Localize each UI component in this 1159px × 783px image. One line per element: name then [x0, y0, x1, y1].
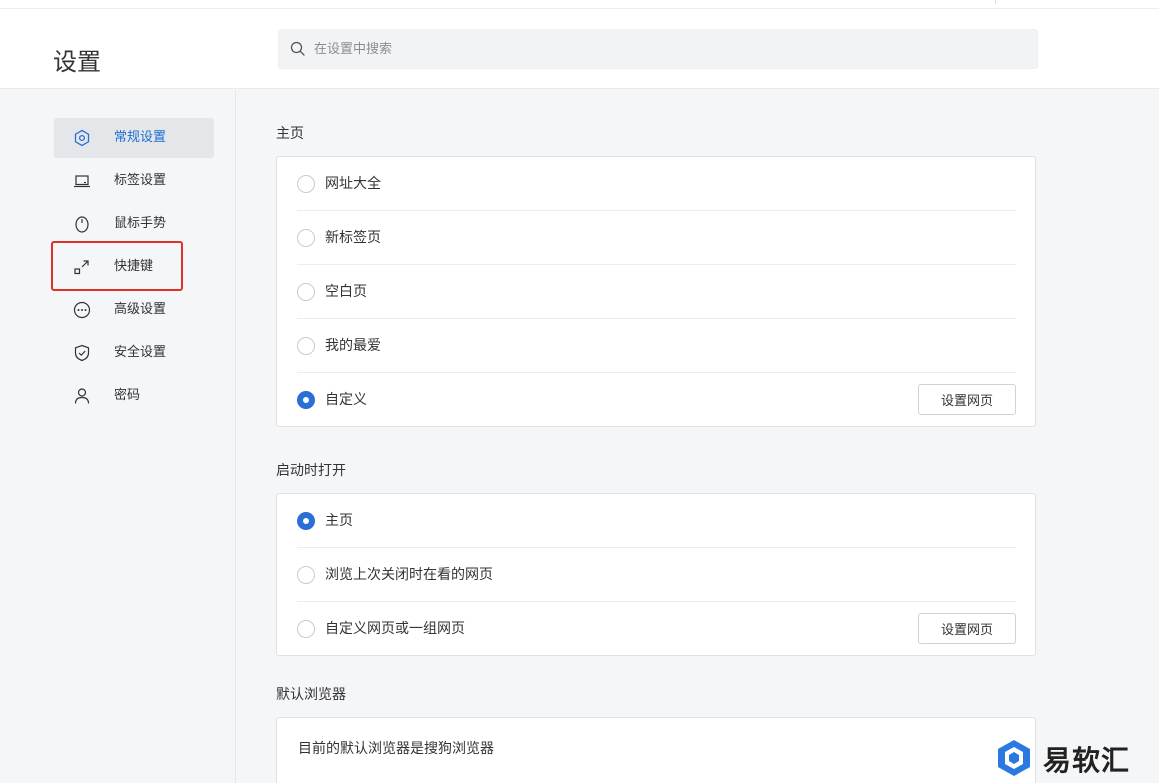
laptop-tab-icon [74, 175, 90, 188]
sidebar-item-general[interactable]: 常规设置 [54, 118, 214, 158]
sidebar-item-advanced[interactable]: 高级设置 [54, 290, 214, 330]
radio-label: 空白页 [325, 284, 367, 300]
homepage-radio-favorites[interactable] [297, 337, 315, 355]
radio-row[interactable]: 我的最爱 [297, 319, 1016, 373]
sidebar-item-mouse-gesture[interactable]: 鼠标手势 [54, 204, 214, 244]
default-browser-status: 目前的默认浏览器是搜狗浏览器 [298, 741, 494, 757]
user-icon [74, 388, 90, 404]
search-box[interactable] [278, 29, 1038, 69]
sidebar-item-tabs[interactable]: 标签设置 [54, 161, 214, 201]
sidebar-item-label: 标签设置 [114, 173, 167, 188]
highlight-annotation-box [51, 241, 183, 291]
page-title: 设置 [53, 48, 101, 76]
radio-label: 新标签页 [325, 230, 381, 246]
radio-row[interactable]: 浏览上次关闭时在看的网页 [297, 548, 1016, 602]
top-strip-tick [995, 0, 996, 4]
section-title-default-browser: 默认浏览器 [276, 687, 346, 703]
search-input[interactable] [314, 30, 1014, 68]
sidebar-item-label: 安全设置 [114, 345, 167, 360]
radio-row[interactable]: 空白页 [297, 265, 1016, 319]
watermark-logo-icon [998, 740, 1030, 776]
sidebar-item-label: 常规设置 [114, 130, 167, 145]
radio-row[interactable]: 主页 [297, 494, 1016, 548]
homepage-radio-blank[interactable] [297, 283, 315, 301]
homepage-radio-nav[interactable] [297, 175, 315, 193]
homepage-set-page-button[interactable]: 设置网页 [918, 384, 1016, 415]
startup-set-page-button[interactable]: 设置网页 [918, 613, 1016, 644]
default-browser-card: 目前的默认浏览器是搜狗浏览器 [276, 717, 1036, 783]
section-title-startup: 启动时打开 [276, 463, 346, 479]
radio-label: 主页 [325, 513, 353, 529]
radio-row[interactable]: 网址大全 [297, 157, 1016, 211]
sidebar-item-label: 鼠标手势 [114, 216, 167, 231]
startup-radio-last-session[interactable] [297, 566, 315, 584]
sidebar-item-label: 高级设置 [114, 302, 167, 317]
mouse-icon [75, 216, 89, 233]
section-title-homepage: 主页 [276, 126, 304, 142]
radio-row[interactable]: 自定义网页或一组网页 设置网页 [297, 602, 1016, 656]
homepage-radio-newtab[interactable] [297, 229, 315, 247]
sidebar-item-password[interactable]: 密码 [54, 376, 214, 416]
search-icon [290, 41, 305, 56]
radio-row[interactable]: 新标签页 [297, 211, 1016, 265]
radio-label: 网址大全 [325, 176, 381, 192]
watermark-logo: 易软汇 [993, 737, 1153, 779]
radio-label: 自定义 [325, 392, 367, 408]
sidebar-item-security[interactable]: 安全设置 [54, 333, 214, 373]
radio-label: 自定义网页或一组网页 [325, 621, 465, 637]
watermark-text: 易软汇 [1043, 744, 1131, 777]
radio-label: 浏览上次关闭时在看的网页 [325, 567, 493, 583]
radio-label: 我的最爱 [325, 338, 381, 354]
settings-window: 设置 常规设置 标签设置 鼠标手势 [0, 0, 1159, 783]
homepage-card: 网址大全 新标签页 空白页 我的最爱 自定义 设置网页 [276, 156, 1036, 427]
sidebar-item-label: 密码 [114, 388, 141, 403]
shield-check-icon [74, 344, 90, 362]
startup-card: 主页 浏览上次关闭时在看的网页 自定义网页或一组网页 设置网页 [276, 493, 1036, 656]
startup-radio-custom-pages[interactable] [297, 620, 315, 638]
more-dots-icon [73, 301, 91, 319]
top-strip [0, 0, 1159, 9]
hexagon-settings-icon [74, 129, 90, 147]
homepage-radio-custom[interactable] [297, 391, 315, 409]
radio-row[interactable]: 自定义 设置网页 [297, 373, 1016, 427]
startup-radio-homepage[interactable] [297, 512, 315, 530]
header: 设置 [0, 9, 1159, 89]
